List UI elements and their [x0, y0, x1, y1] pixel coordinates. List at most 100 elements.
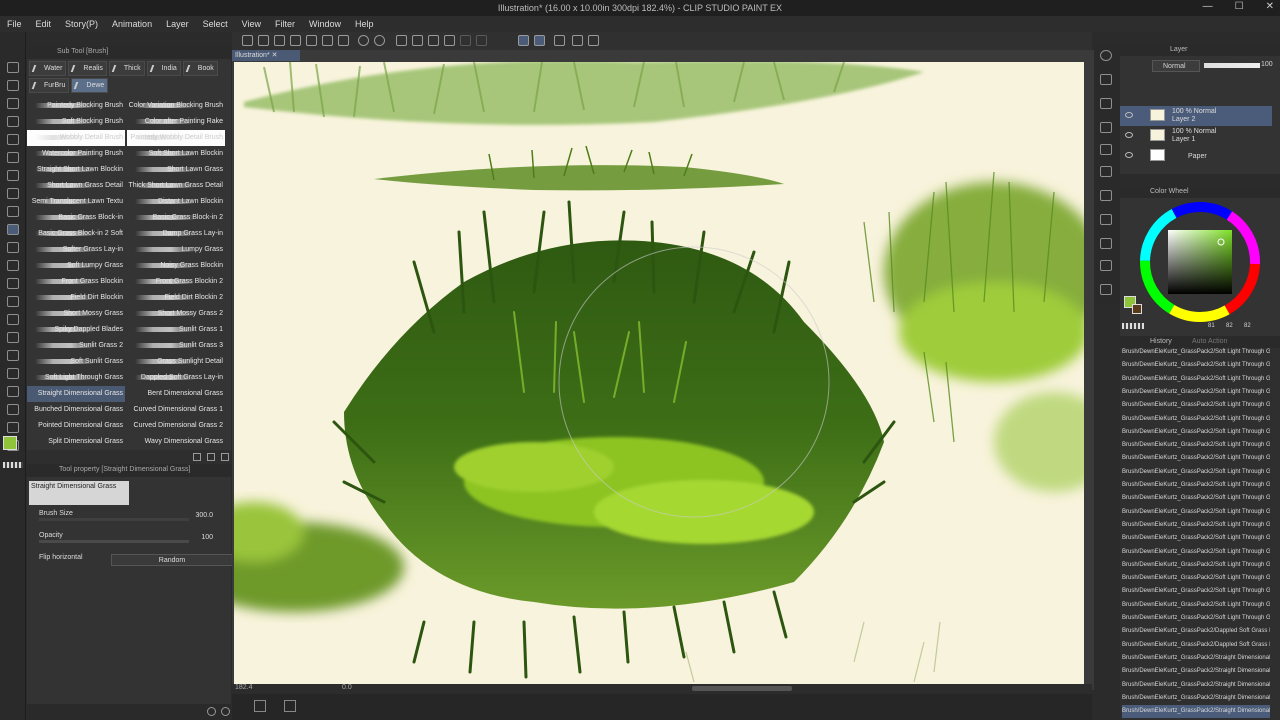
material-icon[interactable] — [1100, 98, 1112, 109]
mirror-icon[interactable] — [572, 35, 583, 46]
canvas[interactable] — [234, 62, 1084, 684]
menu-animation[interactable]: Animation — [105, 19, 159, 29]
color-set-icon[interactable] — [1100, 190, 1112, 201]
history-item[interactable]: Brush/DewnEleKurtz_GrassPack2/Soft Light… — [1122, 599, 1270, 612]
brush-size-slider[interactable] — [39, 518, 189, 521]
brush-item[interactable]: Distant Lawn Blockin — [127, 194, 225, 210]
brush-item[interactable]: Short Mossy Grass — [27, 306, 125, 322]
sub-color-chip[interactable] — [1132, 304, 1142, 314]
wrench-icon[interactable] — [207, 707, 216, 716]
history-item[interactable]: Brush/DewnEleKurtz_GrassPack2/Soft Light… — [1122, 399, 1270, 412]
crop-icon[interactable] — [476, 35, 487, 46]
main-color-swatch[interactable] — [3, 436, 17, 450]
opacity-slider[interactable] — [39, 540, 189, 543]
history-item[interactable]: Brush/DewnEleKurtz_GrassPack2/Soft Light… — [1122, 506, 1270, 519]
deselect-icon[interactable] — [460, 35, 471, 46]
search-icon[interactable] — [221, 707, 230, 716]
brush-item[interactable]: Split Dimensional Grass — [27, 434, 125, 450]
flip-select[interactable]: Random — [111, 554, 233, 566]
decoration-icon[interactable] — [7, 260, 19, 271]
brush-item[interactable]: Short Lawn Grass Detail — [27, 178, 125, 194]
brush-item[interactable]: Wavy Dimensional Grass — [127, 434, 225, 450]
text-tool-icon[interactable] — [7, 404, 19, 415]
history-item[interactable]: Brush/DewnEleKurtz_GrassPack2/Soft Light… — [1122, 532, 1270, 545]
history-item[interactable]: Brush/DewnEleKurtz_GrassPack2/Soft Light… — [1122, 612, 1270, 625]
figure-icon[interactable] — [7, 350, 19, 361]
history-item[interactable]: Brush/DewnEleKurtz_GrassPack2/Soft Light… — [1122, 386, 1270, 399]
snap-grid-icon[interactable] — [554, 35, 565, 46]
close-panel-icon[interactable] — [1100, 74, 1112, 85]
history-item[interactable]: Brush/DewnEleKurtz_GrassPack2/Soft Light… — [1122, 413, 1270, 426]
brush-item[interactable]: Straight Dimensional Grass — [27, 386, 125, 402]
brush-item[interactable]: Damp Grass Lay-in — [127, 226, 225, 242]
brush-item[interactable]: Thick Short Lawn Grass Detail — [127, 178, 225, 194]
add-subtool-icon[interactable] — [193, 453, 201, 461]
brush-item[interactable]: Curved Dimensional Grass 2 — [127, 418, 225, 434]
menu-filter[interactable]: Filter — [268, 19, 302, 29]
share-icon[interactable] — [322, 35, 333, 46]
horizontal-scrollbar[interactable] — [692, 686, 792, 691]
brush-item[interactable]: Lumpy Grass — [127, 242, 225, 258]
menu-file[interactable]: File — [0, 19, 29, 29]
history-item[interactable]: Brush/DewnEleKurtz_GrassPack2/Soft Light… — [1122, 359, 1270, 372]
brush-item[interactable]: Wobbly Detail Brush — [27, 130, 125, 146]
zoom-level[interactable]: 182.4 — [235, 684, 253, 691]
color-history-icon[interactable] — [1100, 260, 1112, 271]
tab-book[interactable]: Book — [182, 61, 218, 76]
menu-help[interactable]: Help — [348, 19, 381, 29]
brush-item[interactable]: Short Lawn Grass — [127, 162, 225, 178]
brush-item[interactable]: Sunlit Grass 2 — [27, 338, 125, 354]
ruler-icon[interactable] — [7, 386, 19, 397]
selection-tool-icon[interactable] — [7, 134, 19, 145]
history-item[interactable]: Brush/DewnEleKurtz_GrassPack2/Straight D… — [1122, 652, 1270, 665]
operation-tool-icon[interactable] — [7, 98, 19, 109]
airbrush-icon[interactable] — [7, 242, 19, 253]
brush-item[interactable]: Soft Short Lawn Blockin — [127, 146, 225, 162]
tab-india[interactable]: India — [146, 61, 181, 76]
document-tab[interactable]: Illustration* ✕ — [232, 50, 300, 61]
color-slider-icon[interactable] — [1100, 214, 1112, 225]
delete-subtool-icon[interactable] — [221, 453, 229, 461]
transform-icon[interactable] — [444, 35, 455, 46]
brush-item[interactable]: Soft Blocking Brush — [27, 114, 125, 130]
rotation-angle[interactable]: 0.0 — [342, 684, 352, 691]
brush-item[interactable]: Soft Light Through Grass — [27, 370, 125, 386]
history-item[interactable]: Brush/DewnEleKurtz_GrassPack2/Soft Light… — [1122, 519, 1270, 532]
fill-tool-icon[interactable] — [7, 314, 19, 325]
brush-item[interactable]: Softer Grass Lay-in — [27, 242, 125, 258]
history-item[interactable]: Brush/DewnEleKurtz_GrassPack2/Soft Light… — [1122, 479, 1270, 492]
brush-item[interactable]: Noisy Grass Blockin — [127, 258, 225, 274]
history-item[interactable]: Brush/DewnEleKurtz_GrassPack2/Soft Light… — [1122, 373, 1270, 386]
layer-property-icon[interactable] — [1100, 144, 1112, 155]
history-item[interactable]: Brush/DewnEleKurtz_GrassPack2/Soft Light… — [1122, 492, 1270, 505]
blend-tool-icon[interactable] — [7, 296, 19, 307]
brush-item[interactable]: Painterly Blocking Brush — [27, 98, 125, 114]
minimize-button[interactable]: — — [1203, 1, 1213, 12]
brush-item[interactable]: Semi Translucent Lawn Textu — [27, 194, 125, 210]
history-item[interactable]: Brush/DewnEleKurtz_GrassPack2/Straight D… — [1122, 679, 1270, 692]
brush-item[interactable]: Basic Grass Block-in 2 — [127, 210, 225, 226]
brush-item[interactable]: Sunlit Grass 1 — [127, 322, 225, 338]
close-button[interactable]: ✕ — [1266, 1, 1274, 12]
brush-item[interactable]: Field Dirt Blockin — [27, 290, 125, 306]
eyedropper-icon[interactable] — [7, 170, 19, 181]
transparent-chip[interactable] — [1122, 323, 1144, 329]
brush-item[interactable]: Grass Sunlight Detail — [127, 354, 225, 370]
move-layer-icon[interactable] — [7, 116, 19, 127]
brush-item[interactable]: Pointed Dimensional Grass — [27, 418, 125, 434]
opacity-row[interactable]: Opacity 100 — [39, 532, 223, 546]
brush-item[interactable]: Front Grass Blockin — [27, 274, 125, 290]
eraser-icon[interactable] — [7, 278, 19, 289]
history-item[interactable]: Brush/DewnEleKurtz_GrassPack2/Straight D… — [1122, 705, 1270, 719]
auto-action-tab[interactable]: Auto Action — [1192, 338, 1227, 345]
eye-icon[interactable] — [1125, 112, 1133, 118]
layer-opacity-value[interactable]: 100 — [1261, 61, 1273, 68]
brush-item[interactable]: Painterly Wobbly Detail Brush — [127, 130, 225, 146]
eye-icon[interactable] — [1125, 132, 1133, 138]
item-bank-icon[interactable] — [1100, 166, 1112, 177]
history-item[interactable]: Brush/DewnEleKurtz_GrassPack2/Soft Light… — [1122, 466, 1270, 479]
brush-item[interactable]: Soft Lumpy Grass — [27, 258, 125, 274]
layer-row[interactable]: 100 % Normal Layer 2 — [1120, 106, 1272, 126]
brush-item[interactable]: Basic Grass Block-in 2 Soft — [27, 226, 125, 242]
tab-dewe[interactable]: Dewe — [71, 78, 109, 93]
